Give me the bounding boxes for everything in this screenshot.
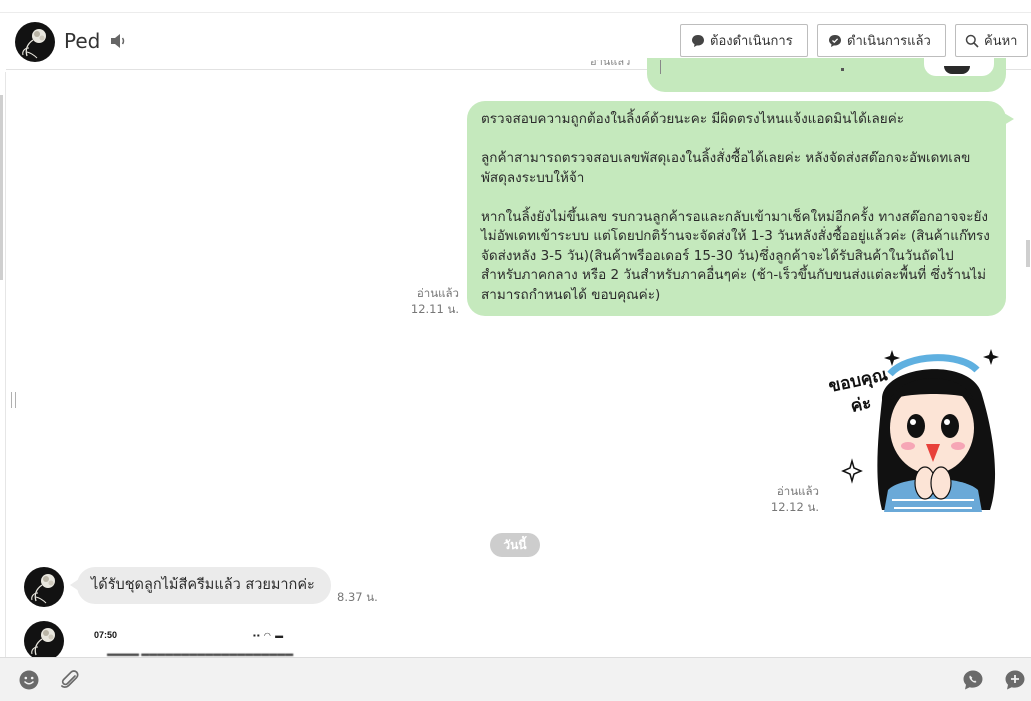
message-composer <box>0 657 1031 701</box>
resize-handle[interactable] <box>11 392 17 410</box>
read-label: อ่านแล้ว <box>416 286 459 300</box>
done-button[interactable]: ดำเนินการแล้ว <box>817 24 946 57</box>
contact-avatar[interactable] <box>15 22 55 62</box>
sticker-text-line1: ขอบคุณ <box>827 365 890 397</box>
incoming-screenshot-image[interactable]: 07:50 ▪▪ ◠ ▬ ▬▬▬▬ ▬▬▬▬▬▬▬▬▬▬▬▬▬▬▬▬▬▬▬ <box>77 622 307 657</box>
message-paragraph: หากในลิ้งยังไม่ขึ้นเลข รบกวนลูกค้ารอและก… <box>481 208 990 303</box>
previous-message-meta: อ่านแล้ว <box>590 60 631 68</box>
screenshot-blurred-text: ▬▬▬▬ ▬▬▬▬▬▬▬▬▬▬▬▬▬▬▬▬▬▬▬ <box>107 649 294 657</box>
panel-divider <box>5 72 6 657</box>
add-icon[interactable] <box>1004 669 1026 691</box>
done-label: ดำเนินการแล้ว <box>847 34 931 49</box>
to-do-button[interactable]: ต้องดำเนินการ <box>680 24 808 57</box>
search-icon <box>965 34 979 48</box>
message-status: อ่านแล้ว 12.11 น. <box>395 285 459 317</box>
chat-bubble-icon <box>692 34 704 47</box>
contact-name: Ped <box>64 29 101 53</box>
incoming-message-text: ได้รับชุดลูกไม้สีครีมแล้ว สวยมากค่ะ <box>91 577 315 593</box>
to-do-label: ต้องดำเนินการ <box>710 34 793 49</box>
search-button[interactable]: ค้นหา <box>955 24 1028 57</box>
sticker-status: อ่านแล้ว 12.12 น. <box>755 483 819 515</box>
right-scrollbar[interactable] <box>1026 240 1030 267</box>
search-label: ค้นหา <box>984 34 1018 49</box>
screenshot-status-icons: ▪▪ ◠ ▬ <box>253 631 285 640</box>
sender-avatar[interactable] <box>24 567 64 607</box>
message-time: 12.11 น. <box>410 302 459 316</box>
message-paragraph: ตรวจสอบความถูกต้องในลิ้งค์ด้วยนะคะ มีผิด… <box>481 111 905 127</box>
date-separator: วันนี้ <box>490 533 540 557</box>
sender-avatar[interactable] <box>24 621 64 661</box>
message-time: 12.12 น. <box>770 500 819 514</box>
window-top-strip <box>0 0 1031 13</box>
emoji-icon[interactable] <box>18 669 40 691</box>
thank-you-sticker[interactable]: ขอบคุณ ค่ะ <box>822 340 1006 515</box>
call-icon[interactable] <box>962 669 984 691</box>
read-label: อ่านแล้ว <box>776 484 819 498</box>
previous-outgoing-bubble[interactable] <box>647 58 1006 92</box>
outgoing-message-bubble[interactable]: ตรวจสอบความถูกต้องในลิ้งค์ด้วยนะคะ มีผิด… <box>467 101 1014 316</box>
incoming-message-bubble[interactable]: ได้รับชุดลูกไม้สีครีมแล้ว สวยมากค่ะ <box>70 567 331 604</box>
incoming-message-time: 8.37 น. <box>337 590 378 604</box>
speaker-icon[interactable] <box>110 33 128 49</box>
chat-check-icon <box>829 34 841 47</box>
paperclip-icon[interactable] <box>59 669 81 691</box>
screenshot-clock: 07:50 <box>94 630 118 640</box>
message-paragraph: ลูกค้าสามารถตรวจสอบเลขพัสดุเองในลิ้งสั่ง… <box>481 150 971 186</box>
sticker-text-line2: ค่ะ <box>849 393 873 417</box>
left-scrollbar[interactable] <box>0 95 3 280</box>
